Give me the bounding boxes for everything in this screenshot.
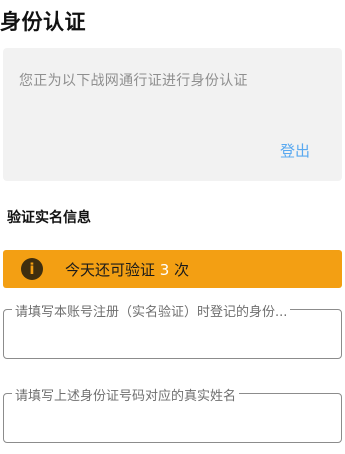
attempts-text: 今天还可验证 3 次 (65, 259, 189, 280)
id-number-field[interactable]: 请填写本账号注册（实名验证）时登记的身份... (3, 301, 342, 359)
real-name-label: 请填写上述身份证号码对应的真实姓名 (12, 385, 240, 404)
id-number-label: 请填写本账号注册（实名验证）时登记的身份... (12, 301, 291, 320)
info-icon: i (21, 258, 43, 280)
attempts-suffix: 次 (174, 261, 190, 279)
attempts-count: 3 (159, 261, 170, 279)
attempts-remaining-banner: i 今天还可验证 3 次 (3, 250, 342, 288)
account-card: 您正为以下战网通行证进行身份认证 登出 (3, 48, 342, 181)
account-message: 您正为以下战网通行证进行身份认证 (19, 73, 248, 89)
identity-verification-page: 身份认证 您正为以下战网通行证进行身份认证 登出 验证实名信息 i 今天还可验证… (0, 0, 345, 454)
real-name-field[interactable]: 请填写上述身份证号码对应的真实姓名 (3, 385, 342, 443)
attempts-prefix: 今天还可验证 (65, 261, 156, 279)
logout-button[interactable]: 登出 (280, 140, 310, 161)
page-title: 身份认证 (0, 10, 86, 34)
section-title: 验证实名信息 (7, 210, 91, 226)
